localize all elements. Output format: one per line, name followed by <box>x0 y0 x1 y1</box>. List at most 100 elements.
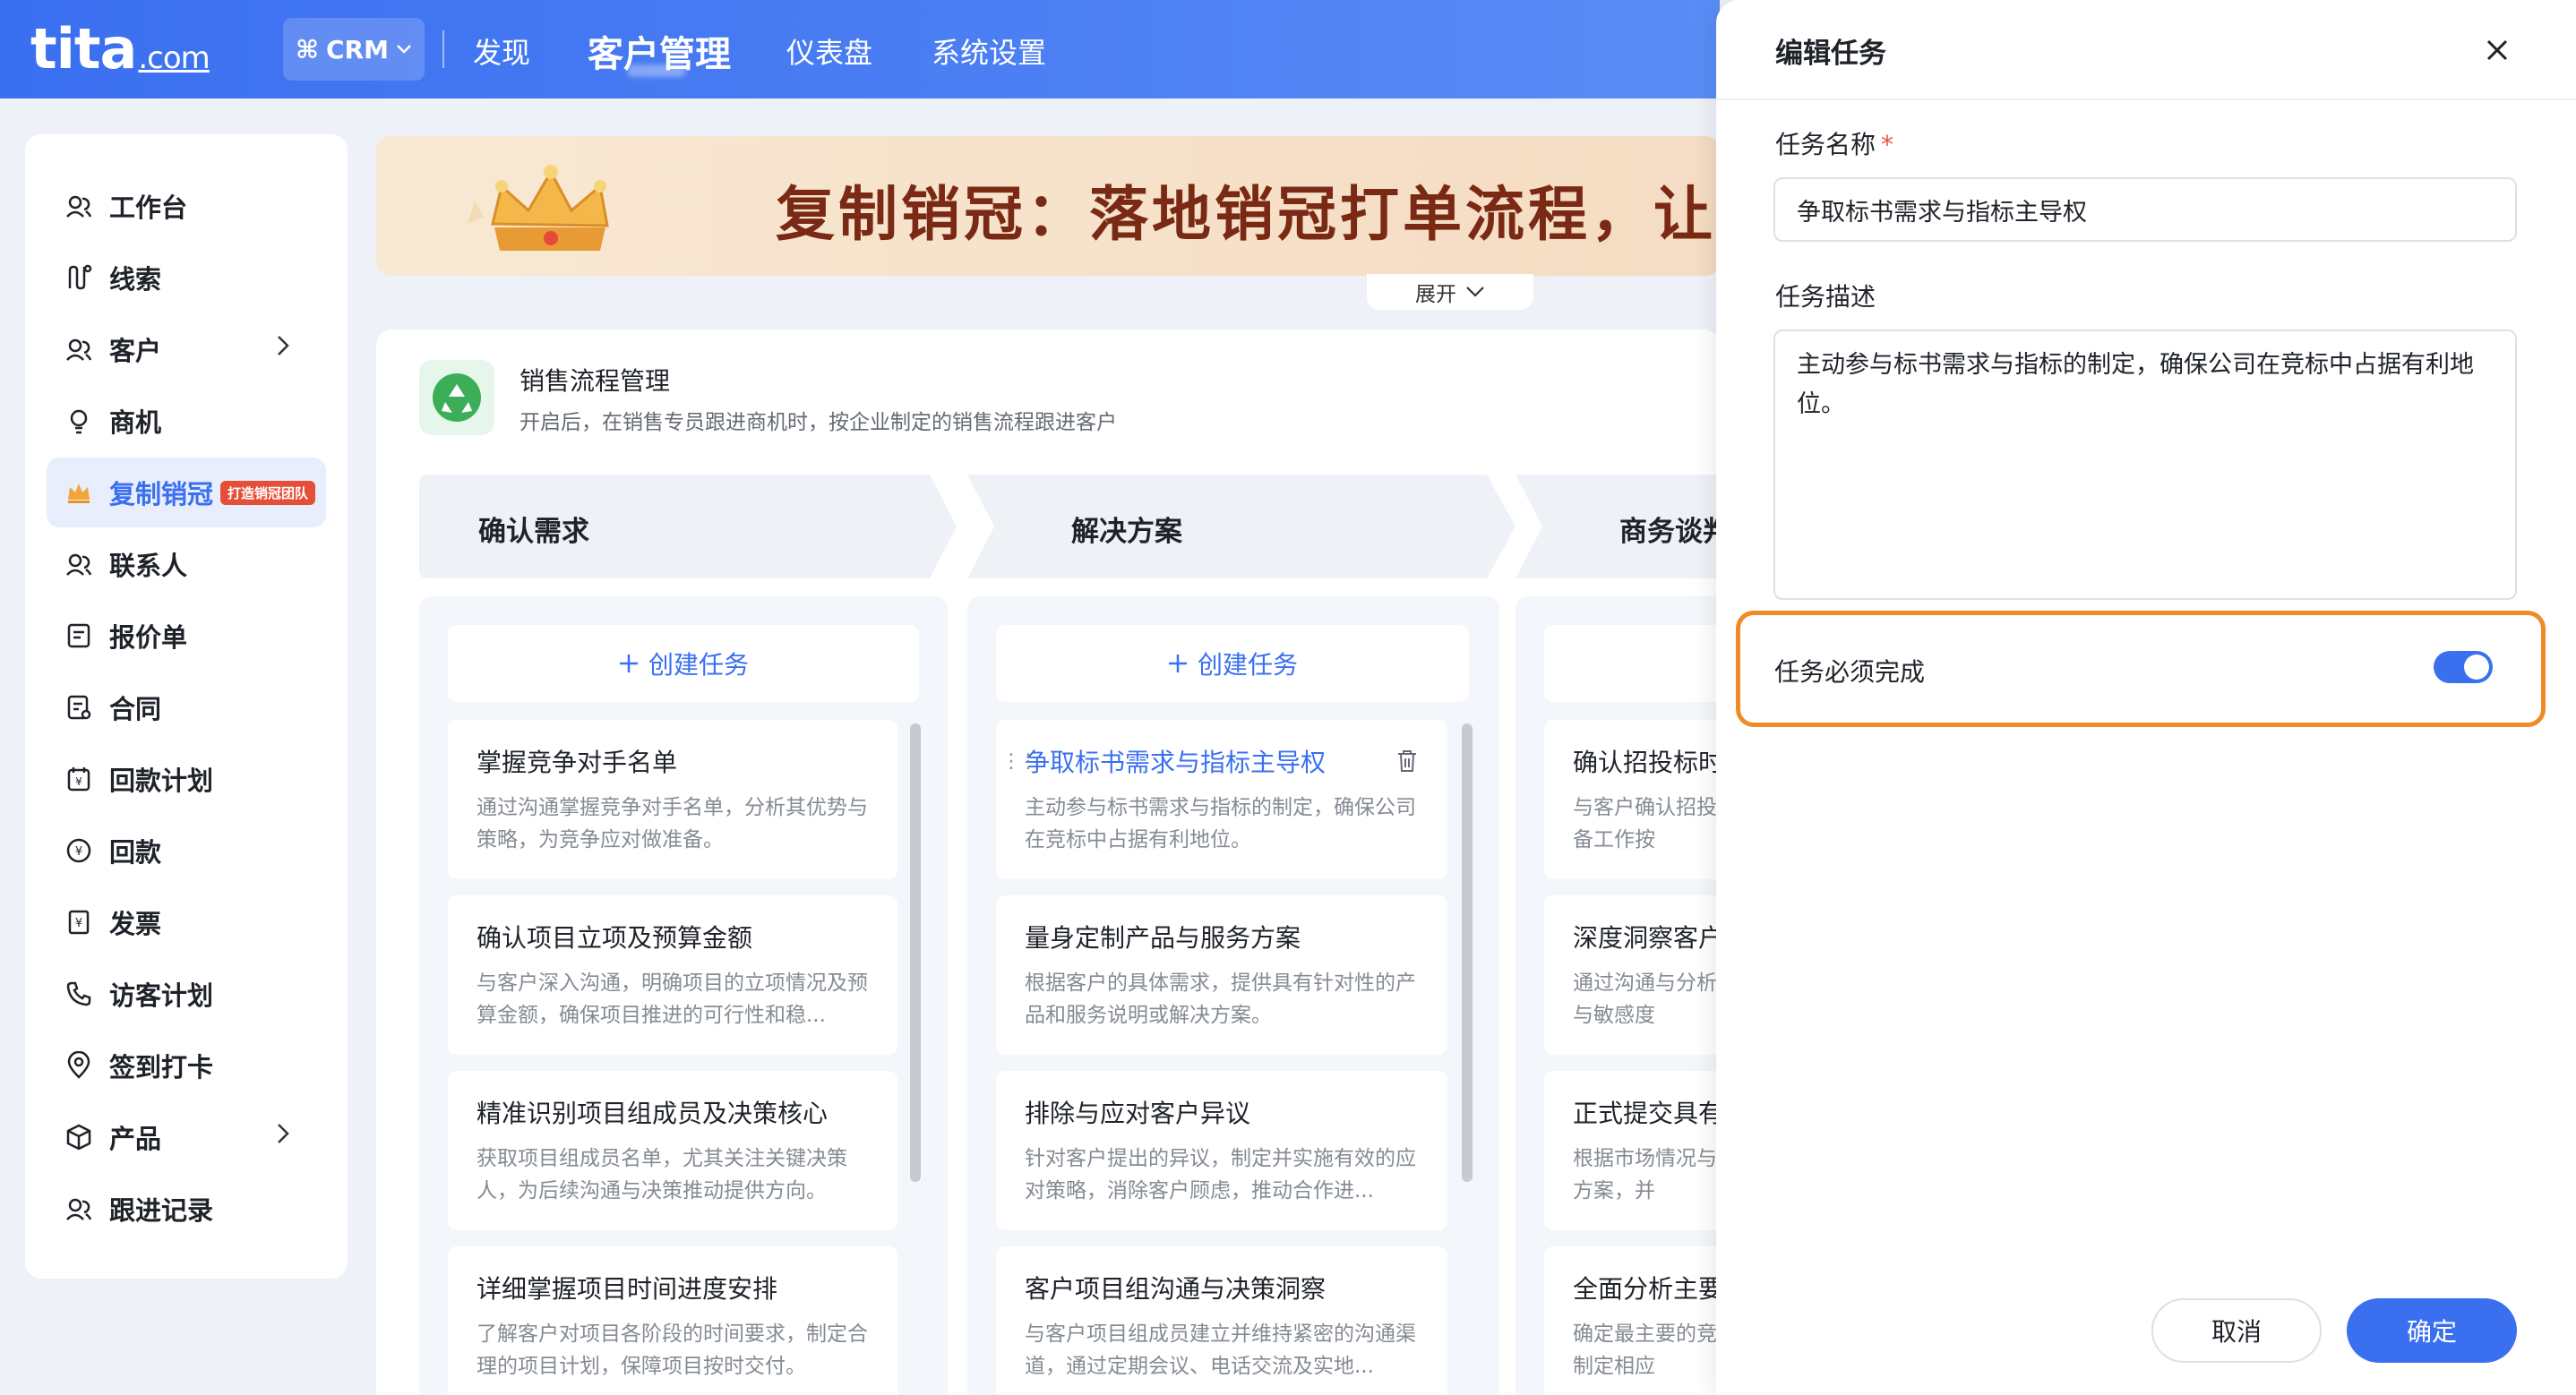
task-title: 确认项目立项及预算金额 <box>477 923 753 953</box>
task-card[interactable]: 确认招投标时 与客户确认招投各项准备工作按 <box>1544 720 1720 879</box>
create-task-button[interactable] <box>1544 625 1720 702</box>
confirm-button[interactable]: 确定 <box>2347 1298 2517 1363</box>
task-description: 与客户确认招投各项准备工作按 <box>1573 796 1720 852</box>
chevron-right-icon <box>278 336 289 355</box>
svg-text:¥: ¥ <box>75 775 82 788</box>
sidebar-item-quote[interactable]: 报价单 <box>47 601 326 671</box>
nav-active-indicator <box>627 64 686 77</box>
contacts-icon <box>61 546 97 582</box>
trash-icon[interactable] <box>1395 749 1419 774</box>
task-description: 针对客户提出的异议，制定并实施有效的应对策略，消除客户顾虑，推动合作进... <box>1025 1147 1416 1202</box>
task-card[interactable]: 正式提交具有 根据市场情况与务报价方案，并 <box>1544 1071 1720 1230</box>
task-card[interactable]: 详细掌握项目时间进度安排 了解客户对项目各阶段的时间要求，制定合理的项目计划，保… <box>448 1246 897 1395</box>
top-nav-bar: tita.com ⌘ CRM 发现 客户管理 仪表盘 系统设置 <box>0 0 1720 98</box>
promo-banner[interactable]: 复制销冠：落地销冠打单流程，让全 <box>376 136 1720 276</box>
required-mark: * <box>1881 130 1894 159</box>
task-title: 正式提交具有 <box>1573 1099 1720 1128</box>
nav-dashboard[interactable]: 仪表盘 <box>786 30 872 72</box>
must-complete-row: 任务必须完成 <box>1736 611 2546 727</box>
task-description-label: 任务描述 <box>1775 282 1876 312</box>
tita-logo[interactable]: tita.com <box>30 16 210 81</box>
sidebar-item-checkin[interactable]: 签到打卡 <box>47 1031 326 1100</box>
sidebar-item-product[interactable]: 产品 <box>47 1102 326 1172</box>
sidebar-item-followup[interactable]: 跟进记录 <box>47 1174 326 1244</box>
task-card[interactable]: 精准识别项目组成员及决策核心 获取项目组成员名单，尤其关注关键决策人，为后续沟通… <box>448 1071 897 1230</box>
task-card[interactable]: 掌握竞争对手名单 通过沟通掌握竞争对手名单，分析其优势与策略，为竞争应对做准备。 <box>448 720 897 879</box>
toggle-knob <box>2464 655 2489 680</box>
product-icon <box>61 1119 97 1155</box>
payment-plan-icon: ¥ <box>61 761 97 797</box>
sidebar-item-label: 产品 <box>109 1124 162 1154</box>
task-title: 深度洞察客户 <box>1573 923 1720 953</box>
banner-expand-toggle[interactable]: 展开 <box>1367 274 1533 310</box>
cancel-button[interactable]: 取消 <box>2151 1298 2322 1363</box>
sidebar-item-customer[interactable]: 客户 <box>47 314 326 384</box>
column-scrollbar[interactable] <box>1462 723 1473 1182</box>
stage-header-confirm-needs[interactable]: 确认需求 <box>419 475 957 578</box>
sidebar-item-label: 复制销冠 <box>109 479 214 509</box>
task-description-textarea[interactable]: 主动参与标书需求与指标的制定，确保公司在竞标中占据有利地位。 <box>1773 329 2517 600</box>
must-complete-toggle[interactable] <box>2434 651 2493 683</box>
sidebar-item-payment[interactable]: ¥ 回款 <box>47 816 326 886</box>
task-description: 与客户深入沟通，明确项目的立项情况及预算金额，确保项目推进的可行性和稳... <box>477 971 868 1027</box>
sidebar-item-payment-plan[interactable]: ¥ 回款计划 <box>47 744 326 814</box>
task-title: 全面分析主要 <box>1573 1274 1720 1304</box>
task-card[interactable]: 深度洞察客户 通过沟通与分析关注点与敏感度 <box>1544 895 1720 1055</box>
task-card[interactable]: 排除与应对客户异议 针对客户提出的异议，制定并实施有效的应对策略，消除客户顾虑，… <box>996 1071 1447 1230</box>
chevron-right-icon <box>278 1124 289 1143</box>
create-task-label: 创建任务 <box>648 650 749 680</box>
quote-icon <box>61 618 97 654</box>
sidebar-item-replicate-champion[interactable]: 复制销冠 打造销冠团队 <box>47 458 326 527</box>
create-task-button[interactable]: 创建任务 <box>448 625 919 702</box>
sidebar-item-label: 线索 <box>109 264 162 295</box>
nav-discover[interactable]: 发现 <box>473 30 530 72</box>
task-title: 争取标书需求与指标主导权 <box>1025 748 1327 777</box>
stage-label: 解决方案 <box>1071 516 1182 548</box>
sidebar-item-visit-plan[interactable]: 访客计划 <box>47 959 326 1029</box>
sidebar-item-label: 发票 <box>109 909 162 939</box>
task-description: 通过沟通掌握竞争对手名单，分析其优势与策略，为竞争应对做准备。 <box>477 796 868 852</box>
sidebar-item-label: 工作台 <box>109 193 188 223</box>
task-description: 根据客户的具体需求，提供具有针对性的产品和服务说明或解决方案。 <box>1025 971 1416 1027</box>
command-icon: ⌘ <box>296 34 319 64</box>
sidebar-item-label: 合同 <box>109 694 162 724</box>
sidebar-item-contacts[interactable]: 联系人 <box>47 529 326 599</box>
sidebar-item-workbench[interactable]: 工作台 <box>47 171 326 241</box>
nav-settings[interactable]: 系统设置 <box>932 30 1046 72</box>
task-title: 确认招投标时 <box>1573 748 1720 777</box>
column-scrollbar[interactable] <box>910 723 921 1182</box>
create-task-label: 创建任务 <box>1197 650 1298 680</box>
task-card[interactable]: 全面分析主要 确定最主要的竞策略，制定相应 <box>1544 1246 1720 1395</box>
create-task-button[interactable]: 创建任务 <box>996 625 1469 702</box>
sidebar-item-contract[interactable]: 合同 <box>47 672 326 742</box>
task-title: 掌握竞争对手名单 <box>477 748 678 777</box>
task-card[interactable]: 确认项目立项及预算金额 与客户深入沟通，明确项目的立项情况及预算金额，确保项目推… <box>448 895 897 1055</box>
sidebar-item-leads[interactable]: 线索 <box>47 243 326 312</box>
crm-app-switcher[interactable]: ⌘ CRM <box>283 18 425 81</box>
nav-divider <box>442 30 444 68</box>
task-card[interactable]: 量身定制产品与服务方案 根据客户的具体需求，提供具有针对性的产品和服务说明或解决… <box>996 895 1447 1055</box>
task-name-input[interactable]: 争取标书需求与指标主导权 <box>1773 177 2517 242</box>
task-card-selected[interactable]: ⋮⋮ 争取标书需求与指标主导权 主动参与标书需求与指标的制定，确保公司在竞标中占… <box>996 720 1447 879</box>
task-card[interactable]: 客户项目组沟通与决策洞察 与客户项目组成员建立并维持紧密的沟通渠道，通过定期会议… <box>996 1246 1447 1395</box>
plus-icon <box>619 655 638 672</box>
chevron-down-icon <box>1466 287 1484 297</box>
sidebar-item-label: 回款计划 <box>109 766 214 796</box>
stage-header-solution[interactable]: 解决方案 <box>967 475 1516 578</box>
crm-label: CRM <box>326 34 389 64</box>
crown-icon <box>61 475 97 510</box>
sales-process-card: 销售流程管理 开启后，在销售专员跟进商机时，按企业制定的销售流程跟进客户 确认需… <box>376 329 1720 1395</box>
close-icon[interactable] <box>2477 30 2517 70</box>
sidebar-item-opportunity[interactable]: 商机 <box>47 386 326 456</box>
contract-icon <box>61 689 97 725</box>
chevron-down-icon <box>397 45 411 54</box>
svg-text:¥: ¥ <box>75 917 82 930</box>
stage-column-confirm-needs: 创建任务 掌握竞争对手名单 通过沟通掌握竞争对手名单，分析其优势与策略，为竞争应… <box>419 596 948 1395</box>
stage-header-negotiation[interactable]: 商务谈判 <box>1516 475 1720 578</box>
stage-label: 确认需求 <box>478 516 589 548</box>
stage-column-solution: 创建任务 ⋮⋮ 争取标书需求与指标主导权 主动参与标书需求与指标的制定，确保公司… <box>967 596 1499 1395</box>
task-description: 根据市场情况与务报价方案，并 <box>1573 1147 1720 1202</box>
task-description: 获取项目组成员名单，尤其关注关键决策人，为后续沟通与决策推动提供方向。 <box>477 1147 847 1202</box>
sidebar-item-invoice[interactable]: ¥ 发票 <box>47 887 326 957</box>
drag-handle-icon[interactable]: ⋮⋮ <box>1001 750 1038 773</box>
